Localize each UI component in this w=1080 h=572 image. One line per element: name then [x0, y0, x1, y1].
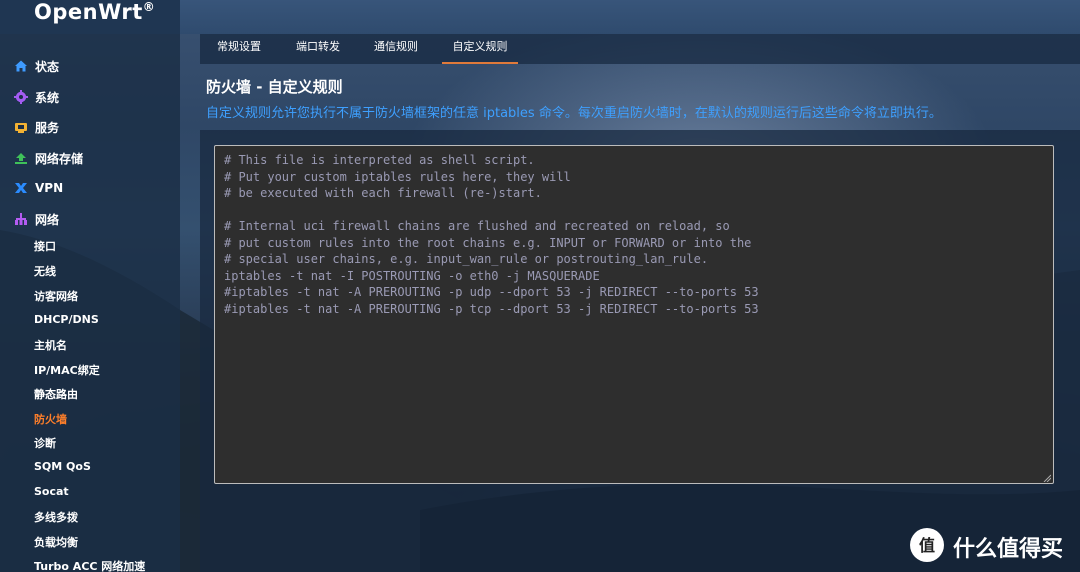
page-description: 自定义规则允许您执行不属于防火墙框架的任意 iptables 命令。每次重启防火… [206, 106, 942, 121]
sidebar-item-services[interactable]: 服务 [0, 112, 180, 142]
sidebar-item-storage[interactable]: 网络存储 [0, 143, 180, 173]
sidebar-subitem-ip-mac-binding[interactable]: IP/MAC绑定 [34, 362, 100, 378]
tab-general-settings[interactable]: 常规设置 [206, 34, 272, 64]
home-icon [14, 59, 28, 73]
sidebar-item-label: VPN [35, 181, 64, 195]
sidebar-item-system[interactable]: 系统 [0, 82, 180, 112]
network-icon [14, 212, 28, 226]
watermark: 值 什么值得买 [905, 525, 1080, 570]
sidebar-subitem-sqm-qos[interactable]: SQM QoS [34, 460, 91, 473]
sidebar-subitem-turbo-acc[interactable]: Turbo ACC 网络加速 [34, 558, 145, 572]
sidebar-subitem-interfaces[interactable]: 接口 [34, 238, 56, 254]
sidebar: 状态 系统 服务 网络存储 VPN 网络 接口 无线 访客网络 DHCP/DNS… [0, 34, 180, 572]
sidebar-item-label: 状态 [35, 59, 60, 74]
tab-custom-rules[interactable]: 自定义规则 [442, 34, 518, 64]
sidebar-subitem-diagnostics[interactable]: 诊断 [34, 435, 56, 451]
smzdm-logo-icon: 值 [910, 528, 944, 562]
svg-text:值: 值 [919, 536, 935, 555]
resize-handle-icon[interactable] [1043, 474, 1051, 482]
sidebar-subitem-wireless[interactable]: 无线 [34, 263, 56, 279]
sidebar-subitem-socat[interactable]: Socat [34, 485, 69, 498]
sidebar-subitem-load-balancing[interactable]: 负载均衡 [34, 534, 78, 550]
sidebar-subitem-multi-dial[interactable]: 多线多拨 [34, 509, 78, 525]
sidebar-item-label: 网络 [35, 212, 60, 227]
page-title: 防火墙 - 自定义规则 [206, 78, 343, 96]
brand-box: OpenWrt® [0, 0, 180, 34]
watermark-text: 什么值得买 [953, 537, 1064, 562]
sidebar-item-label: 系统 [35, 90, 60, 105]
sidebar-item-status[interactable]: 状态 [0, 51, 180, 81]
tab-bar: 常规设置 端口转发 通信规则 自定义规则 [200, 34, 1080, 64]
tab-traffic-rules[interactable]: 通信规则 [364, 34, 428, 64]
gear-icon [14, 90, 28, 104]
service-icon [14, 120, 28, 134]
sidebar-item-network[interactable]: 网络 [0, 204, 180, 234]
sidebar-subitem-dhcp-dns[interactable]: DHCP/DNS [34, 313, 99, 326]
brand-logo[interactable]: OpenWrt® [34, 0, 155, 24]
sidebar-item-vpn[interactable]: VPN [0, 173, 180, 203]
sidebar-subitem-hostnames[interactable]: 主机名 [34, 337, 67, 353]
vpn-icon [14, 181, 28, 195]
sidebar-subitem-firewall[interactable]: 防火墙 [34, 411, 67, 427]
sidebar-subitem-guest-network[interactable]: 访客网络 [34, 288, 78, 304]
tab-port-forwards[interactable]: 端口转发 [286, 34, 350, 64]
custom-rules-textarea[interactable]: # This file is interpreted as shell scri… [214, 145, 1054, 484]
storage-icon [14, 151, 28, 165]
sidebar-item-label: 网络存储 [35, 151, 84, 166]
sidebar-item-label: 服务 [35, 120, 60, 135]
sidebar-subitem-static-routes[interactable]: 静态路由 [34, 386, 78, 402]
